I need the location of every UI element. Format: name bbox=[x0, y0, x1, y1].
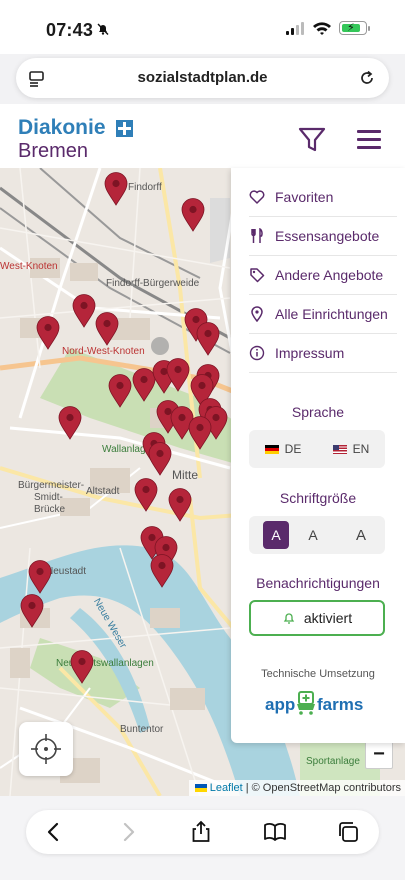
menu-item-label: Impressum bbox=[275, 345, 345, 361]
language-code: EN bbox=[352, 442, 370, 456]
map-label: Neustadt bbox=[46, 566, 87, 577]
map-marker-pin[interactable] bbox=[95, 312, 119, 346]
share-icon[interactable] bbox=[189, 820, 213, 844]
url-text[interactable]: sozialstadtplan.de bbox=[16, 69, 389, 86]
appfarms-logo[interactable]: app farms bbox=[263, 690, 373, 718]
map-marker-pin[interactable] bbox=[166, 358, 190, 392]
font-size-medium[interactable]: A bbox=[289, 521, 337, 549]
map-marker-pin[interactable] bbox=[72, 294, 96, 328]
font-size-title: Schriftgröße bbox=[279, 490, 357, 506]
map-marker-pin[interactable] bbox=[28, 560, 52, 594]
map-marker-pin[interactable] bbox=[150, 554, 174, 588]
map-marker-pin[interactable] bbox=[196, 322, 220, 356]
hamburger-menu-icon[interactable] bbox=[357, 130, 381, 150]
menu-item-label: Favoriten bbox=[275, 189, 334, 205]
menu-item-impressum[interactable]: Impressum bbox=[249, 334, 397, 373]
menu-item-label: Andere Angebote bbox=[275, 267, 384, 283]
info-icon bbox=[249, 345, 265, 361]
menu-item-label: Essensangebote bbox=[275, 228, 380, 244]
svg-text:app: app bbox=[265, 695, 295, 714]
menu-item-label: Alle Einrichtungen bbox=[275, 306, 388, 322]
map-marker-pin[interactable] bbox=[58, 406, 82, 440]
notifications-toggle-button[interactable]: aktiviert bbox=[249, 600, 385, 636]
font-size-small[interactable]: A bbox=[263, 521, 289, 549]
reload-icon[interactable] bbox=[357, 68, 377, 88]
menu-item-favoriten[interactable]: Favoriten bbox=[249, 178, 397, 217]
map-marker-pin[interactable] bbox=[104, 172, 128, 206]
map-label: Buntentor bbox=[120, 724, 164, 735]
bookmarks-icon[interactable] bbox=[263, 820, 287, 844]
cutlery-icon bbox=[251, 228, 263, 243]
bell-icon bbox=[283, 613, 295, 624]
zoom-out-button[interactable]: − bbox=[365, 741, 393, 769]
diakonie-cross-icon bbox=[116, 120, 133, 137]
map-attribution: Leaflet | © OpenStreetMap contributors bbox=[188, 780, 405, 796]
crosshair-icon bbox=[31, 734, 61, 764]
us-flag-icon bbox=[332, 444, 347, 454]
location-pin-icon bbox=[251, 306, 263, 322]
map-label: Findorff-Bürgerweide bbox=[106, 278, 200, 289]
osm-attribution[interactable]: | © OpenStreetMap contributors bbox=[246, 782, 401, 794]
language-switcher: DE EN bbox=[249, 430, 385, 468]
map-label: Nord-West-Knoten bbox=[62, 346, 145, 357]
map-marker-pin[interactable] bbox=[36, 316, 60, 350]
menu-item-alle-einrichtungen[interactable]: Alle Einrichtungen bbox=[249, 295, 397, 334]
forward-icon[interactable] bbox=[116, 820, 140, 844]
german-flag-icon bbox=[264, 444, 279, 454]
back-icon[interactable] bbox=[42, 820, 66, 844]
muted-bell-icon bbox=[97, 23, 109, 35]
svg-text:farms: farms bbox=[317, 695, 363, 714]
status-time: 07:43 bbox=[46, 20, 94, 40]
tabs-icon[interactable] bbox=[336, 820, 360, 844]
notifications-title: Benachrichtigungen bbox=[256, 575, 380, 591]
filter-icon[interactable] bbox=[298, 127, 326, 153]
map-marker-pin[interactable] bbox=[148, 442, 172, 476]
map-label: Mitte bbox=[172, 468, 199, 482]
map-marker-pin[interactable] bbox=[168, 488, 192, 522]
side-menu: Favoriten Essensangebote Andere Angebote… bbox=[231, 168, 405, 743]
ukraine-flag-icon bbox=[194, 784, 207, 792]
locate-me-button[interactable] bbox=[19, 722, 73, 776]
map-label: Bürgermeister- bbox=[18, 480, 85, 491]
cellular-signal-icon bbox=[286, 22, 304, 35]
language-option-de[interactable]: DE bbox=[249, 435, 317, 463]
app-header: Diakonie Bremen bbox=[0, 104, 405, 168]
leaflet-link[interactable]: Leaflet bbox=[210, 782, 243, 794]
map-marker-pin[interactable] bbox=[134, 478, 158, 512]
map-label: Altstadt bbox=[86, 486, 120, 497]
map-marker-pin[interactable] bbox=[108, 374, 132, 408]
map-label: West-Knoten bbox=[0, 261, 58, 272]
browser-address-bar[interactable]: sozialstadtplan.de bbox=[16, 58, 389, 98]
browser-toolbar-pill bbox=[26, 810, 379, 854]
wifi-icon bbox=[313, 22, 331, 35]
font-size-large[interactable]: A bbox=[337, 521, 385, 549]
map-marker-pin[interactable] bbox=[181, 198, 205, 232]
tag-icon bbox=[250, 268, 265, 283]
browser-toolbar bbox=[0, 796, 405, 880]
map-label: Smidt- bbox=[34, 492, 63, 503]
battery-charging-icon: ⚡ bbox=[339, 21, 370, 35]
logo-bremen[interactable]: Bremen bbox=[18, 140, 88, 163]
map-marker-pin[interactable] bbox=[20, 594, 44, 628]
heart-icon bbox=[249, 190, 265, 204]
map-marker-pin[interactable] bbox=[70, 650, 94, 684]
language-option-en[interactable]: EN bbox=[317, 435, 385, 463]
map-label: Findorff bbox=[128, 182, 162, 193]
language-code: DE bbox=[284, 442, 302, 456]
map-marker-pin[interactable] bbox=[188, 416, 212, 450]
notifications-status: aktiviert bbox=[303, 610, 353, 626]
status-bar: 07:43 ⚡ bbox=[0, 0, 405, 54]
language-title: Sprache bbox=[291, 404, 345, 420]
menu-item-essensangebote[interactable]: Essensangebote bbox=[249, 217, 397, 256]
logo-diakonie[interactable]: Diakonie bbox=[18, 116, 106, 140]
map-label: Brücke bbox=[34, 504, 66, 515]
menu-item-andere-angebote[interactable]: Andere Angebote bbox=[249, 256, 397, 295]
font-size-switcher: A A A bbox=[249, 516, 385, 554]
tech-credit-title: Technische Umsetzung bbox=[261, 668, 375, 680]
map-label: Sportanlage bbox=[306, 756, 360, 767]
